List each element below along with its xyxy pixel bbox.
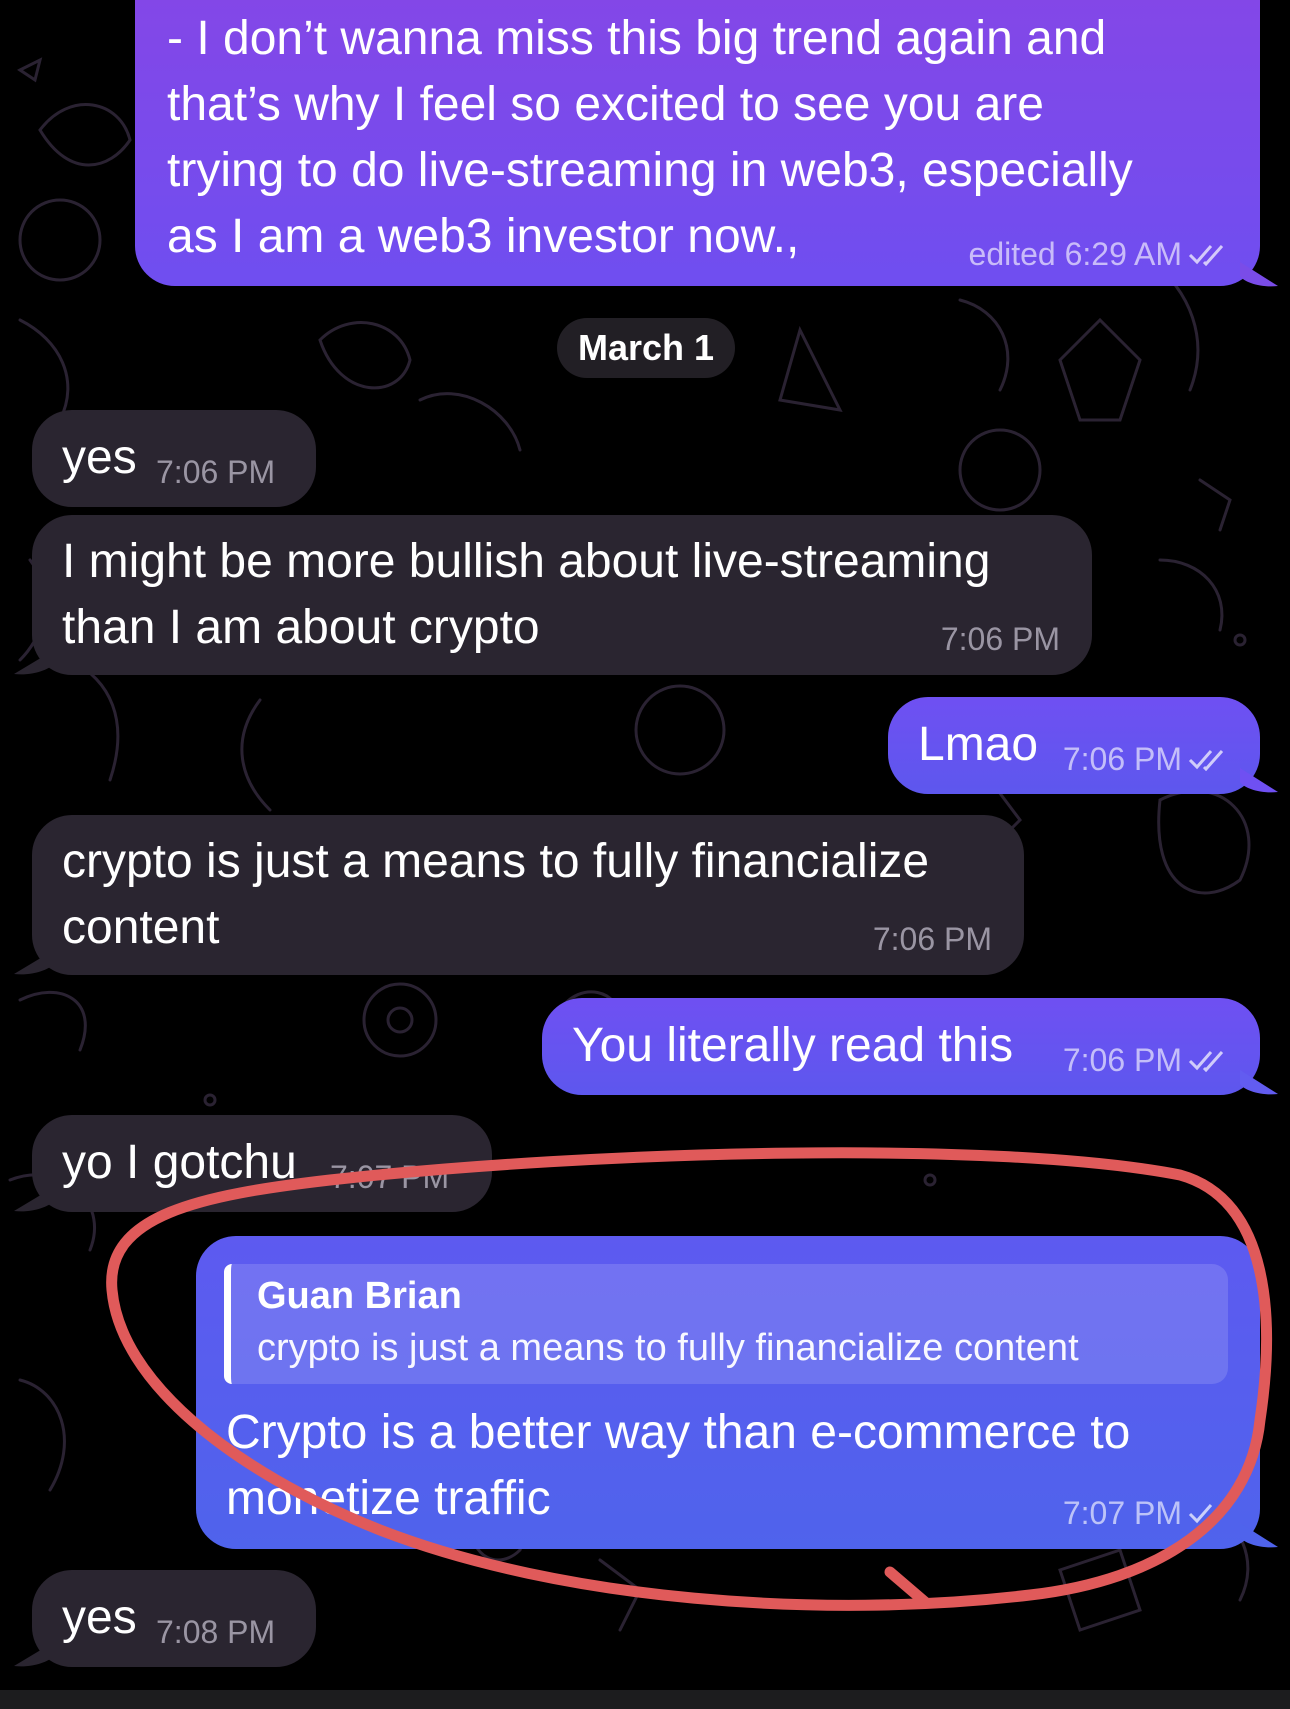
bottom-edge bbox=[0, 1690, 1290, 1709]
double-check-icon bbox=[1188, 1504, 1224, 1525]
bubble-tail bbox=[14, 650, 54, 675]
message-text: crypto is just a means to fully financia… bbox=[62, 835, 930, 954]
message-bubble-outgoing[interactable]: - I don’t wanna miss this big trend agai… bbox=[135, 0, 1260, 286]
message-time: 7:08 PM bbox=[156, 1614, 276, 1650]
date-separator: March 1 bbox=[557, 318, 735, 378]
message-time: 7:07 PM bbox=[1063, 1495, 1230, 1531]
message-time: 7:06 PM bbox=[872, 921, 992, 957]
bubble-tail bbox=[14, 950, 54, 975]
reply-quote[interactable]: Guan Brian crypto is just a means to ful… bbox=[224, 1264, 1228, 1384]
message-text: You literally read this bbox=[572, 1019, 1014, 1072]
message-time: 7:06 PM bbox=[1063, 1042, 1230, 1078]
double-check-icon bbox=[1188, 245, 1224, 266]
bubble-tail bbox=[1240, 1070, 1278, 1095]
message-bubble-incoming[interactable]: crypto is just a means to fully financia… bbox=[32, 815, 1024, 975]
message-bubble-outgoing[interactable]: You literally read this 7:06 PM bbox=[542, 998, 1260, 1095]
message-time: 7:07 PM bbox=[330, 1159, 450, 1195]
message-bubble-incoming[interactable]: yo I gotchu 7:07 PM bbox=[32, 1115, 492, 1212]
message-text: yes bbox=[62, 431, 137, 484]
bubble-tail bbox=[14, 1187, 54, 1212]
message-time: 7:06 PM bbox=[156, 454, 276, 490]
bubble-tail bbox=[1240, 262, 1278, 287]
message-time: 7:06 PM bbox=[1063, 741, 1230, 777]
bubble-tail bbox=[1240, 1523, 1278, 1548]
message-bubble-incoming[interactable]: yes 7:06 PM bbox=[32, 410, 316, 507]
message-text: yes bbox=[62, 1591, 137, 1644]
bubble-tail bbox=[14, 1642, 54, 1667]
reply-sender-name: Guan Brian bbox=[257, 1275, 462, 1317]
message-text: - I don’t wanna miss this big trend agai… bbox=[167, 12, 1133, 263]
message-bubble-outgoing[interactable]: Lmao 7:06 PM bbox=[888, 697, 1260, 794]
message-time: edited 6:29 AM bbox=[969, 236, 1230, 272]
message-bubble-incoming[interactable]: I might be more bullish about live-strea… bbox=[32, 515, 1092, 675]
chat-messages: - I don’t wanna miss this big trend agai… bbox=[0, 0, 1290, 1709]
reply-quoted-text: crypto is just a means to fully financia… bbox=[257, 1327, 1079, 1369]
message-text: Lmao bbox=[918, 718, 1039, 771]
double-check-icon bbox=[1188, 750, 1224, 771]
double-check-icon bbox=[1188, 1051, 1224, 1072]
message-bubble-outgoing-reply[interactable]: Guan Brian crypto is just a means to ful… bbox=[196, 1236, 1260, 1549]
message-text: Crypto is a better way than e-commerce t… bbox=[226, 1406, 1131, 1525]
message-text: I might be more bullish about live-strea… bbox=[62, 535, 991, 654]
message-text: yo I gotchu bbox=[62, 1136, 297, 1189]
bubble-tail bbox=[1240, 768, 1278, 793]
message-time: 7:06 PM bbox=[940, 621, 1060, 657]
message-bubble-incoming[interactable]: yes 7:08 PM bbox=[32, 1570, 316, 1667]
